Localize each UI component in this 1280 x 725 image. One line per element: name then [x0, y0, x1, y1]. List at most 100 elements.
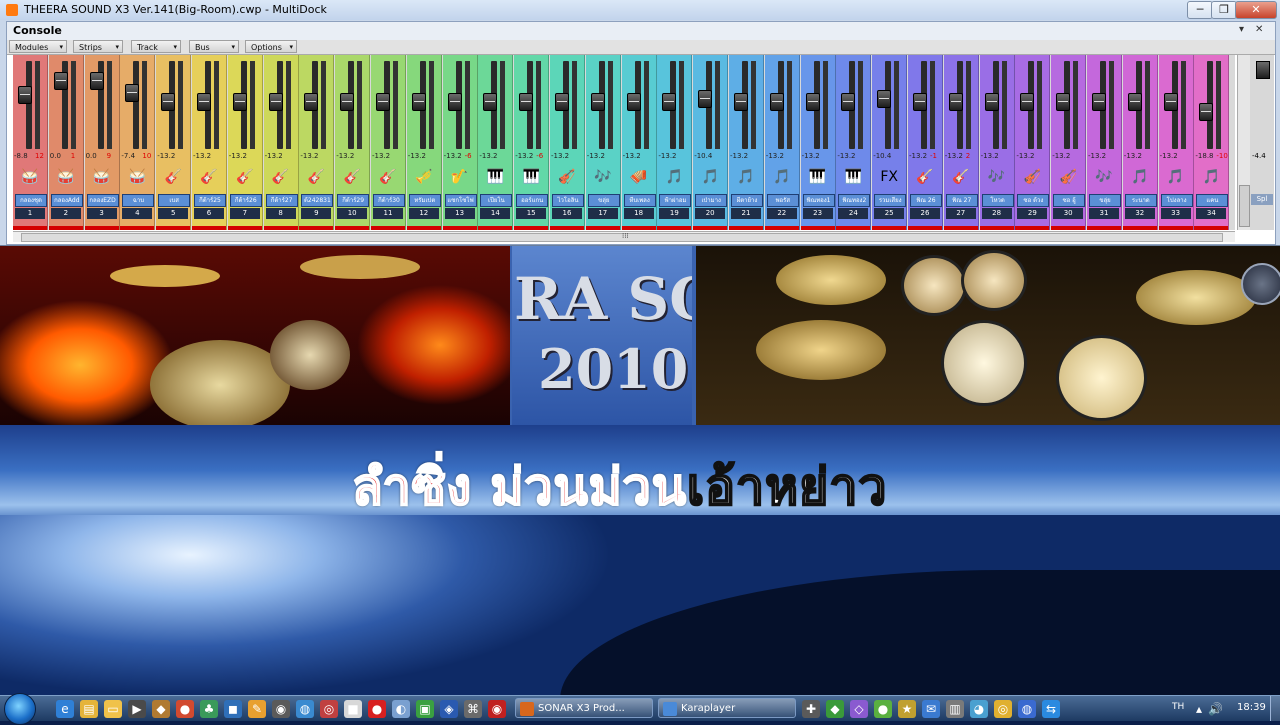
menu-track[interactable]: Track ▾: [131, 40, 181, 53]
close-button[interactable]: ✕: [1235, 1, 1277, 19]
strip-name-label[interactable]: ไวโอลิน: [552, 194, 584, 207]
strip-name-label[interactable]: ฉาบ: [122, 194, 155, 207]
strip-name-label[interactable]: แซกโซโฟ: [444, 194, 477, 207]
phin-icon[interactable]: 🎸: [951, 167, 971, 187]
volume-fader-knob[interactable]: [340, 93, 355, 111]
volume-fader-knob[interactable]: [984, 93, 999, 111]
piano-icon[interactable]: 🎹: [485, 167, 505, 187]
guitar-icon[interactable]: 🎸: [306, 167, 326, 187]
volume-fader-knob[interactable]: [805, 93, 820, 111]
guitar-icon[interactable]: 🎸: [271, 167, 291, 187]
volume-fader-knob[interactable]: [53, 72, 68, 90]
strip-name-label[interactable]: ซอ ด้วง: [1017, 194, 1050, 207]
strip-name-label[interactable]: เป่ามาง: [695, 194, 728, 207]
pane-close-icon[interactable]: ✕: [1255, 24, 1263, 35]
harmonica-icon[interactable]: 🎵: [664, 167, 684, 187]
strip-name-label[interactable]: ฟ้าผ่าอม: [659, 194, 692, 207]
pane-dropdown-icon[interactable]: ▾: [1239, 24, 1244, 35]
guitar-icon[interactable]: 🎸: [378, 167, 398, 187]
tray-arrow-icon[interactable]: ▴: [1192, 700, 1206, 718]
app-icon-3[interactable]: ♣: [200, 700, 218, 718]
volume-fader-knob[interactable]: [1127, 93, 1142, 111]
strip-name-label[interactable]: กลองAdd: [50, 194, 83, 207]
strip-name-label[interactable]: ระนาด: [1124, 194, 1157, 207]
app-icon-7[interactable]: ◍: [296, 700, 314, 718]
strip-name-label[interactable]: ขลุ่ย: [587, 194, 620, 207]
volume-fader-knob[interactable]: [948, 93, 963, 111]
horizontal-scrollbar[interactable]: ⁞⁞⁞: [13, 231, 1235, 242]
volume-fader-knob[interactable]: [590, 93, 605, 111]
app-icon-16[interactable]: ◇: [850, 700, 868, 718]
vertical-scroll-thumb[interactable]: [1239, 185, 1250, 227]
master-name-label[interactable]: Spl: [1251, 194, 1273, 205]
menu-bus[interactable]: Bus ▾: [189, 40, 239, 53]
strip-name-label[interactable]: แคน: [1196, 194, 1229, 207]
organ-icon[interactable]: 🎹: [521, 167, 541, 187]
electric-guitar-icon[interactable]: 🎸: [342, 167, 362, 187]
keyboard-icon[interactable]: 🎹: [808, 167, 828, 187]
menu-strips[interactable]: Strips ▾: [73, 40, 123, 53]
volume-fader-knob[interactable]: [1163, 93, 1178, 111]
strip-name-label[interactable]: กลองEZD: [86, 194, 119, 207]
strip-name-label[interactable]: ทรัมเปต: [408, 194, 441, 207]
volume-fader-knob[interactable]: [877, 90, 892, 108]
app-icon-19[interactable]: ✉: [922, 700, 940, 718]
violin-icon[interactable]: 🎻: [557, 167, 577, 187]
fiddle-icon[interactable]: 🎻: [1022, 167, 1042, 187]
start-button[interactable]: [4, 693, 36, 725]
bass-guitar-icon[interactable]: 🎸: [163, 167, 183, 187]
volume-fader-knob[interactable]: [89, 72, 104, 90]
menu-options[interactable]: Options ▾: [245, 40, 297, 53]
app-icon-9[interactable]: ■: [344, 700, 362, 718]
saxophone-icon[interactable]: 🎷: [450, 167, 470, 187]
gamepad-icon[interactable]: ✚: [802, 700, 820, 718]
menu-modules[interactable]: Modules ▾: [9, 40, 67, 53]
master-fader-knob[interactable]: [1256, 61, 1270, 79]
accordion-icon[interactable]: 🪗: [629, 167, 649, 187]
task-sonar[interactable]: SONAR X3 Prod...: [515, 698, 653, 718]
fiddle-icon[interactable]: 🎻: [1058, 167, 1078, 187]
app-icon-14[interactable]: ◉: [488, 700, 506, 718]
clock[interactable]: 18:39: [1237, 702, 1266, 713]
drum-kit-icon[interactable]: 🥁: [20, 167, 40, 187]
volume-fader-knob[interactable]: [519, 93, 534, 111]
volume-fader-knob[interactable]: [1020, 93, 1035, 111]
volume-fader-knob[interactable]: [268, 93, 283, 111]
strip-name-label[interactable]: เปียโน: [480, 194, 513, 207]
volume-fader-knob[interactable]: [698, 90, 713, 108]
volume-fader-knob[interactable]: [483, 93, 498, 111]
flute-icon[interactable]: 🎶: [593, 167, 613, 187]
app-icon-12[interactable]: ◈: [440, 700, 458, 718]
flute-icon[interactable]: 🎶: [987, 167, 1007, 187]
strip-name-label[interactable]: เบส: [158, 194, 191, 207]
volume-fader-knob[interactable]: [447, 93, 462, 111]
strip-name-label[interactable]: ต้242831: [301, 194, 334, 207]
strip-name-label[interactable]: กีต้าร์27: [265, 194, 298, 207]
app-icon-10[interactable]: ◐: [392, 700, 410, 718]
app-icon-5[interactable]: ✎: [248, 700, 266, 718]
app-icon-18[interactable]: ★: [898, 700, 916, 718]
app-icon-15[interactable]: ◆: [826, 700, 844, 718]
app-icon-21[interactable]: ◕: [970, 700, 988, 718]
task-karaplayer[interactable]: Karaplayer: [658, 698, 796, 718]
vertical-scrollbar[interactable]: [1237, 55, 1250, 230]
volume-fader-knob[interactable]: [376, 93, 390, 111]
volume-fader-knob[interactable]: [125, 84, 140, 102]
app-icon-6[interactable]: ◉: [272, 700, 290, 718]
drum-kit-icon[interactable]: 🥁: [92, 167, 112, 187]
strip-name-label[interactable]: ผีตาย้าง: [731, 194, 763, 207]
app-icon-8[interactable]: ◎: [320, 700, 338, 718]
ranat-icon[interactable]: 🎵: [1130, 167, 1150, 187]
strip-name-label[interactable]: พิณ 26: [910, 194, 942, 207]
console-tab-label[interactable]: Console: [13, 24, 62, 37]
app-icon-2[interactable]: ●: [176, 700, 194, 718]
app-icon-20[interactable]: ▥: [946, 700, 964, 718]
show-desktop-button[interactable]: [1270, 696, 1280, 721]
trumpet-icon[interactable]: 🎺: [414, 167, 434, 187]
volume-fader-knob[interactable]: [555, 93, 569, 111]
strip-name-label[interactable]: กีต้าร์25: [194, 194, 226, 207]
volume-fader-knob[interactable]: [304, 93, 319, 111]
strip-name-label[interactable]: กีต้าร์30: [373, 194, 405, 207]
flute-icon[interactable]: 🎶: [1094, 167, 1114, 187]
app-icon-1[interactable]: ◆: [152, 700, 170, 718]
